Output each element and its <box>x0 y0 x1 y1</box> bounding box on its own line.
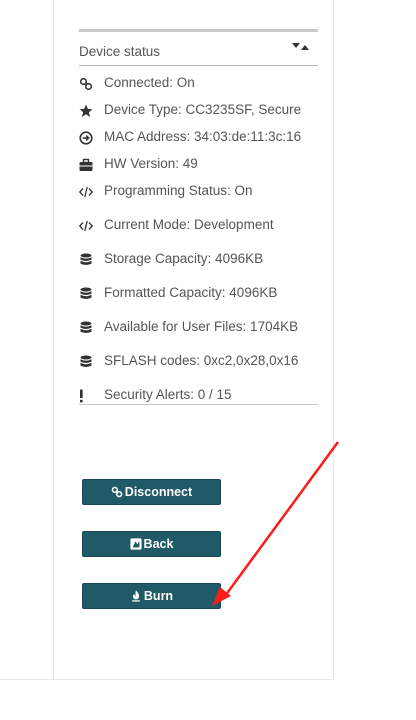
status-label: HW Version: 49 <box>104 156 198 171</box>
sort-toggle-icon[interactable] <box>292 42 310 52</box>
disconnect-button[interactable]: Disconnect <box>82 479 221 505</box>
device-status-header[interactable]: Device status <box>79 32 318 66</box>
status-label: Device Type: CC3235SF, Secure <box>104 102 302 117</box>
database-icon <box>80 253 92 265</box>
back-button-label: Back <box>143 537 174 551</box>
link-icon <box>79 77 93 91</box>
left-divider <box>53 0 54 680</box>
status-item-hw-version: HW Version: 49 <box>79 156 318 176</box>
status-label: Current Mode: Development <box>104 217 274 232</box>
device-status-panel: Device status Connected: On Device Type:… <box>79 29 318 405</box>
status-item-device-type: Device Type: CC3235SF, Secure <box>79 102 318 122</box>
status-label: MAC Address: 34:03:de:11:3c:16 <box>104 129 302 144</box>
status-label: Connected: On <box>104 75 195 90</box>
status-item-mac-address: MAC Address: 34:03:de:11:3c:16 <box>79 129 318 149</box>
arrow-circle-icon <box>79 131 93 145</box>
status-item-available-user-files: Available for User Files: 1704KB <box>79 319 318 339</box>
status-item-sflash-codes: SFLASH codes: 0xc2,0x28,0x16 <box>79 353 318 373</box>
bottom-divider <box>0 679 334 680</box>
status-label: Storage Capacity: 4096KB <box>104 251 264 266</box>
back-icon <box>129 538 142 550</box>
status-item-programming-status: Programming Status: On <box>79 183 318 203</box>
briefcase-icon <box>79 158 93 171</box>
status-label: SFLASH codes: 0xc2,0x28,0x16 <box>104 353 299 368</box>
status-label: Programming Status: On <box>104 183 253 198</box>
status-item-formatted-capacity: Formatted Capacity: 4096KB <box>79 285 318 305</box>
database-icon <box>80 321 92 333</box>
page: Device status Connected: On Device Type:… <box>0 0 416 720</box>
burn-button-label: Burn <box>143 589 174 603</box>
code-icon <box>79 220 93 232</box>
status-label: Formatted Capacity: 4096KB <box>104 285 278 300</box>
link-icon <box>111 486 123 498</box>
status-item-current-mode: Current Mode: Development <box>79 217 318 237</box>
device-status-title: Device status <box>79 44 161 59</box>
status-item-connected: Connected: On <box>79 75 318 95</box>
status-label: Available for User Files: 1704KB <box>104 319 299 334</box>
right-divider <box>333 0 334 680</box>
burn-button[interactable]: Burn <box>82 583 221 609</box>
code-icon <box>79 186 93 198</box>
status-label: Security Alerts: 0 / 15 <box>104 387 232 402</box>
star-icon <box>79 104 93 117</box>
back-button[interactable]: Back <box>82 531 221 557</box>
disconnect-button-label: Disconnect <box>124 485 193 499</box>
status-item-security-alerts: Security Alerts: 0 / 15 <box>79 387 318 407</box>
database-icon <box>80 287 92 299</box>
exclamation-icon <box>80 389 83 403</box>
fire-icon <box>132 590 140 602</box>
database-icon <box>80 355 92 367</box>
status-item-storage-capacity: Storage Capacity: 4096KB <box>79 251 318 271</box>
